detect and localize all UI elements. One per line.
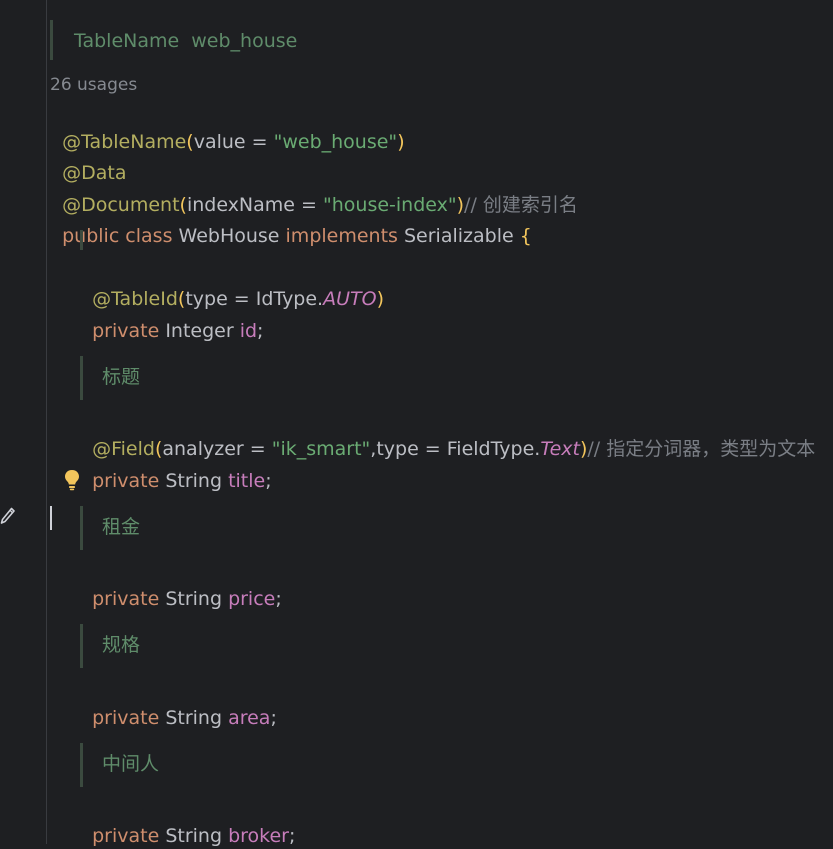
doc-comment-rent[interactable]: 租金 [102,514,140,540]
doc-comment-bar [80,743,83,787]
doc-comment-tablename[interactable]: TableName web_house [74,28,297,54]
paren: ) [397,131,405,153]
field-name: area [228,707,271,729]
enum-constant: Text [540,438,580,460]
code-text: ,type = FieldType. [370,438,541,460]
code-line-document[interactable]: @Document(indexName = "house-index")// 创… [50,166,578,216]
semicolon: ; [257,320,264,342]
lightbulb-icon[interactable] [64,469,80,491]
enum-constant: AUTO [323,288,377,310]
code-line-tablename[interactable]: @TableName(value = "web_house") [50,103,405,153]
paren: ( [186,131,194,153]
type-name: String [165,707,229,729]
field-name: id [239,320,258,342]
doc-comment-bar [80,230,83,250]
doc-comment-title[interactable]: 标题 [102,364,140,390]
class-name: WebHouse [178,225,286,247]
code-text: value = [193,131,274,153]
keyword: private [92,588,166,610]
field-name: title [228,470,266,492]
code-line-field[interactable]: @Field(analyzer = "ik_smart",type = Fiel… [80,410,815,460]
string-literal: "web_house" [273,131,398,153]
string-literal: "ik_smart" [271,438,371,460]
doc-comment-bar [80,356,83,400]
brace: { [519,225,532,247]
code-line-broker[interactable]: private String broker; [80,797,295,847]
keyword: private [92,470,166,492]
field-name: price [228,588,276,610]
doc-comment-bar [80,506,83,550]
code-line-tableid[interactable]: @TableId(type = IdType.AUTO) [80,260,384,310]
interface-name: Serializable [403,225,520,247]
semicolon: ; [265,470,272,492]
code-line-title[interactable]: private String title; [80,442,272,492]
code-line-class[interactable]: public class WebHouse implements Seriali… [50,197,532,247]
code-line-data[interactable]: @Data [50,134,126,184]
code-line-price[interactable]: private String price; [80,560,282,610]
doc-comment-broker[interactable]: 中间人 [102,751,159,777]
line-comment: // 指定分词器，类型为文本 [587,438,816,460]
code-line-id[interactable]: private Integer id; [80,292,263,342]
type-name: String [165,470,229,492]
type-name: String [165,588,229,610]
keyword: implements [285,225,404,247]
usages-hint[interactable]: 26 usages [50,72,137,98]
semicolon: ; [275,588,282,610]
type-name: Integer [165,320,240,342]
pencil-icon[interactable] [0,506,16,526]
semicolon: ; [270,707,277,729]
code-line-area[interactable]: private String area; [80,679,277,729]
doc-comment-spec[interactable]: 规格 [102,632,140,658]
keyword: private [92,707,166,729]
paren: ) [376,288,384,310]
keyword: private [92,320,166,342]
text-caret [50,506,52,530]
doc-comment-bar [50,20,53,60]
doc-comment-bar [80,624,83,668]
editor-gutter-line [46,0,47,844]
